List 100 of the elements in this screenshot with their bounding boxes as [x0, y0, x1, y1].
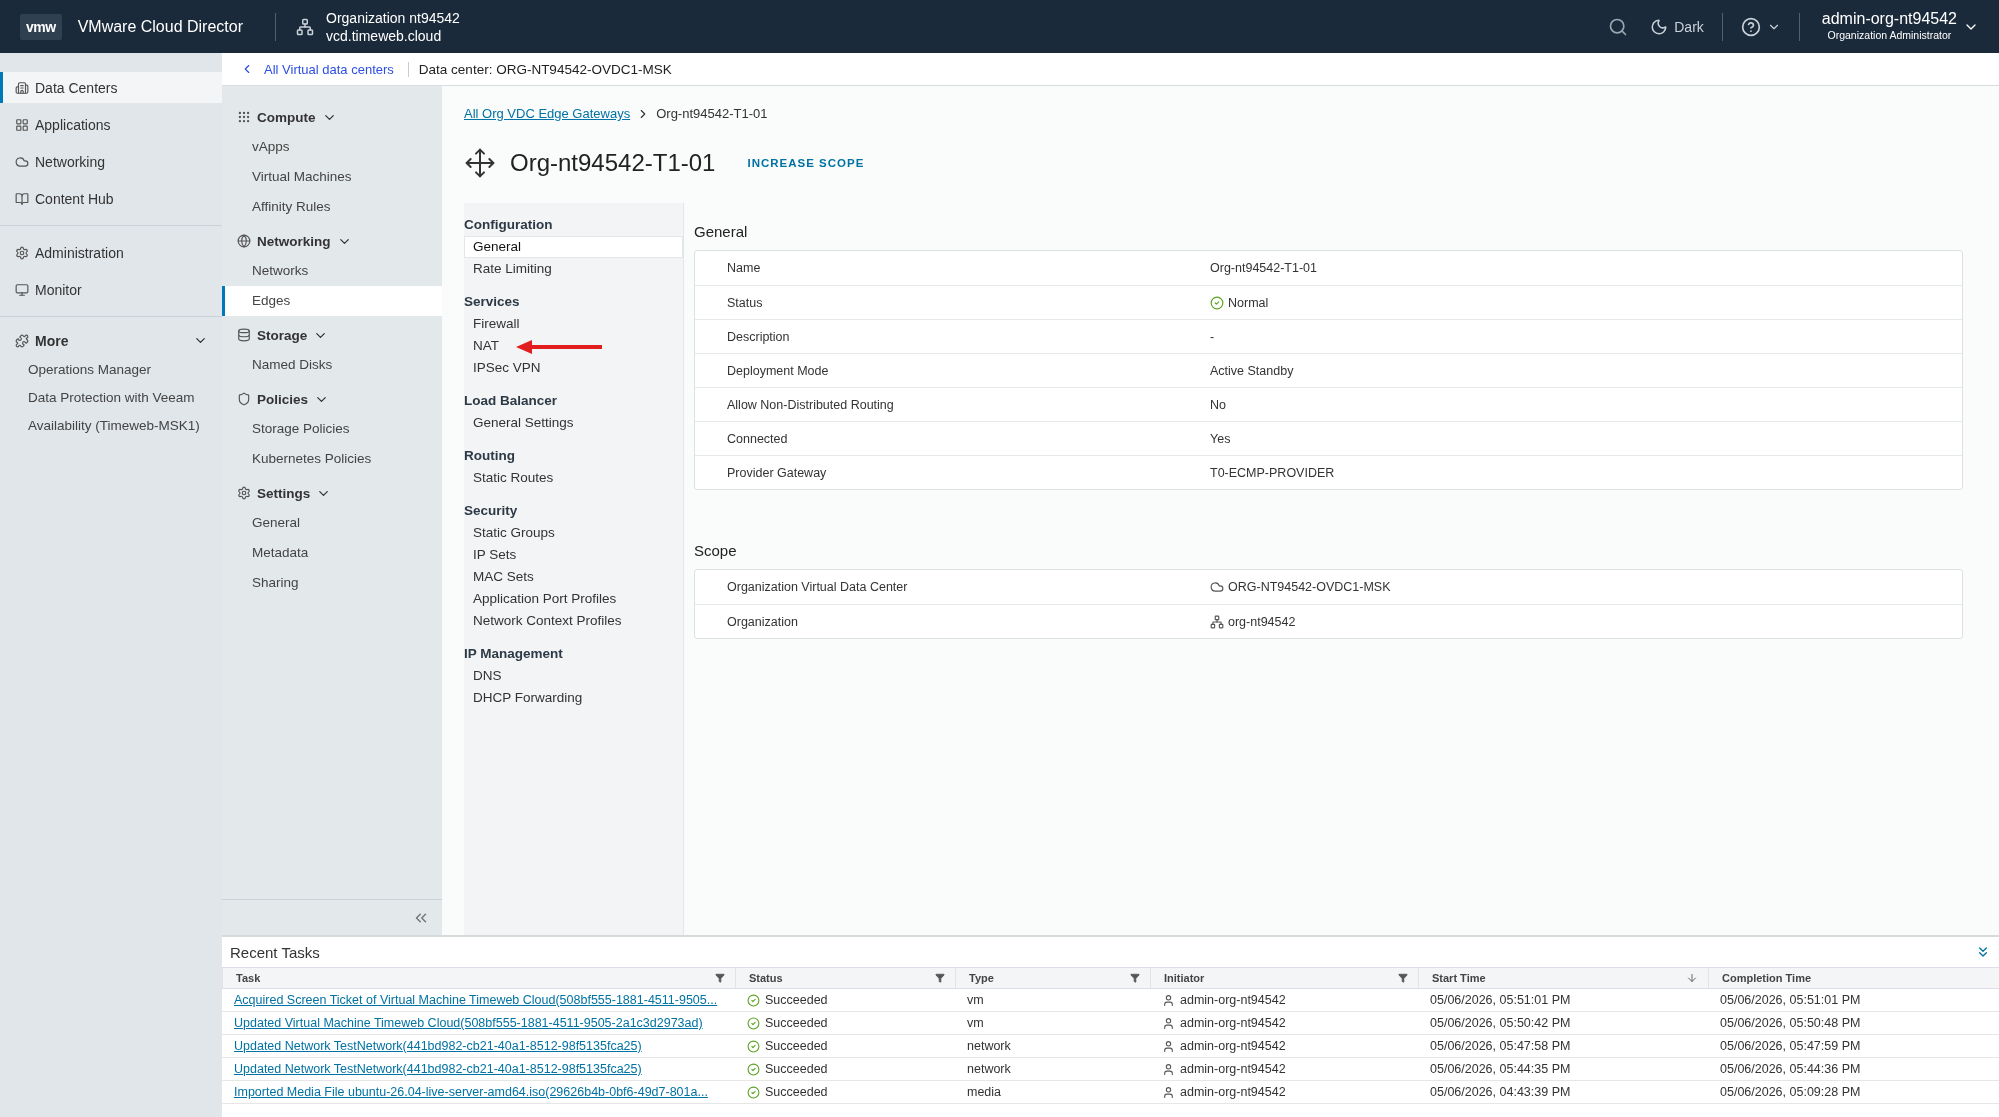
more-section-header[interactable]: More — [0, 325, 222, 356]
nav-section-title: IP Management — [464, 646, 564, 663]
nav-item[interactable]: Storage Policies — [222, 414, 442, 444]
field-value: org-nt94542 — [1228, 614, 1296, 629]
table-cell: 05/06/2026, 05:09:28 PM — [1720, 1085, 1861, 1099]
filter-icon[interactable] — [1398, 973, 1408, 983]
nav-item[interactable]: Firewall — [464, 313, 683, 335]
nav-item[interactable]: DHCP Forwarding — [464, 687, 683, 709]
breadcrumb-link[interactable]: All Org VDC Edge Gateways — [464, 106, 631, 121]
nav-item[interactable]: IPSec VPN — [464, 357, 683, 379]
nav-section-header[interactable]: Networking — [222, 226, 360, 256]
nav-icon — [15, 282, 29, 297]
filter-icon[interactable] — [935, 973, 945, 983]
section-icon — [237, 328, 251, 342]
column-header[interactable]: Task — [222, 967, 735, 989]
sidebar-item[interactable]: Applications — [0, 109, 222, 140]
table-cell: 05/06/2026, 05:47:58 PM — [1430, 1039, 1571, 1053]
task-link[interactable]: Imported Media File ubuntu-26.04-live-server-amd64.iso(29626b4b-0bf6-49d7-801a... — [234, 1085, 708, 1099]
nav-item[interactable]: General Settings — [464, 412, 683, 434]
nav-item[interactable]: NAT — [464, 335, 683, 357]
column-header[interactable]: Initiator — [1150, 967, 1418, 989]
nav-item[interactable]: Network Context Profiles — [464, 610, 683, 632]
sidebar-subitem[interactable]: Operations Manager — [0, 356, 222, 384]
table-cell: 05/06/2026, 05:51:01 PM — [1430, 993, 1571, 1007]
task-link[interactable]: Updated Network TestNetwork(441bd982-cb21-40a1-8512-98f5135fca25) — [234, 1062, 642, 1076]
check-circle-icon — [747, 1039, 760, 1053]
filter-icon[interactable] — [715, 973, 725, 983]
org-icon — [296, 17, 314, 36]
user-icon — [1162, 1039, 1175, 1053]
column-header[interactable]: Start Time — [1418, 967, 1708, 989]
nav-item[interactable]: Edges — [222, 286, 442, 316]
data-center-label: Data center: ORG-NT94542-OVDC1-MSK — [418, 61, 672, 77]
sidebar-subitem[interactable]: Availability (Timeweb-MSK1) — [0, 412, 222, 440]
user-menu[interactable]: admin-org-nt94542 Organization Administrator — [1809, 10, 1983, 43]
table-cell: admin-org-nt94542 — [1180, 1062, 1286, 1076]
task-link[interactable]: Updated Network TestNetwork(441bd982-cb21-40a1-8512-98f5135fca25) — [234, 1039, 642, 1053]
column-header[interactable]: Type — [955, 967, 1150, 989]
org-icon — [1210, 614, 1224, 629]
field-label: Connected — [726, 431, 789, 446]
nav-item[interactable]: Metadata — [222, 538, 442, 568]
sidebar-item[interactable]: Monitor — [0, 274, 222, 305]
column-header[interactable]: Status — [735, 967, 955, 989]
field-value: - — [1210, 329, 1215, 344]
field-value: Normal — [1228, 295, 1269, 310]
page-title: Org-nt94542-T1-01 — [510, 149, 716, 177]
table-cell: Succeeded — [765, 1085, 828, 1099]
panel-title: Recent Tasks — [230, 943, 320, 961]
nav-section-header[interactable]: Settings — [222, 478, 340, 508]
nav-item[interactable]: Affinity Rules — [222, 192, 442, 222]
nav-section-title: Load Balancer — [464, 393, 559, 410]
back-link[interactable]: All Virtual data centers — [240, 61, 409, 77]
table-cell: 05/06/2026, 05:51:01 PM — [1720, 993, 1861, 1007]
table-cell: Succeeded — [765, 1062, 828, 1076]
field-label: Name — [726, 261, 762, 275]
nav-item[interactable]: General — [464, 236, 683, 258]
nav-item[interactable]: Virtual Machines — [222, 162, 442, 192]
nav-item[interactable]: Networks — [222, 256, 442, 286]
sidebar-item[interactable]: Administration — [0, 237, 222, 268]
nav-item[interactable]: MAC Sets — [464, 566, 683, 588]
help-icon — [1740, 16, 1761, 37]
nav-item[interactable]: DNS — [464, 665, 683, 687]
task-link[interactable]: Acquired Screen Ticket of Virtual Machine Timeweb Cloud(508bf555-1881-4511-9505... — [234, 993, 718, 1007]
nav-item[interactable]: IP Sets — [464, 544, 683, 566]
nav-item[interactable]: vApps — [222, 132, 442, 162]
nav-section-header[interactable]: Compute — [222, 102, 345, 132]
nav-item[interactable]: Sharing — [222, 568, 442, 598]
user-icon — [1162, 1016, 1175, 1030]
nav-item[interactable]: Rate Limiting — [464, 258, 683, 280]
nav-item[interactable]: Static Groups — [464, 522, 683, 544]
nav-item[interactable]: Kubernetes Policies — [222, 444, 442, 474]
nav-section-header[interactable]: Storage — [222, 320, 337, 350]
task-link[interactable]: Updated Virtual Machine Timeweb Cloud(508bf555-1881-4511-9505-2a1c3d2973ad) — [234, 1016, 703, 1030]
table-cell: media — [967, 1085, 1002, 1099]
search-button[interactable] — [1608, 16, 1629, 37]
breadcrumb-current: Org-nt94542-T1-01 — [656, 106, 768, 121]
sidebar-item[interactable]: Networking — [0, 146, 222, 177]
table-cell: admin-org-nt94542 — [1180, 1016, 1286, 1030]
nav-item[interactable]: General — [222, 508, 442, 538]
increase-scope-button[interactable]: INCREASE SCOPE — [741, 156, 871, 170]
field-value: ORG-NT94542-OVDC1-MSK — [1228, 580, 1391, 594]
nav-item[interactable]: Application Port Profiles — [464, 588, 683, 610]
filter-icon[interactable] — [1130, 973, 1140, 983]
sort-icon[interactable] — [1686, 972, 1698, 984]
field-label: Allow Non-Distributed Routing — [726, 397, 895, 412]
sidebar-item[interactable]: Content Hub — [0, 183, 222, 214]
sidebar-subitem[interactable]: Data Protection with Veeam — [0, 384, 222, 412]
nav-item[interactable]: Named Disks — [222, 350, 442, 380]
field-label: Provider Gateway — [726, 465, 828, 480]
nav-icon — [15, 117, 29, 132]
theme-toggle[interactable]: Dark — [1642, 17, 1712, 36]
nav-item[interactable]: Static Routes — [464, 467, 683, 489]
user-icon — [1162, 1062, 1175, 1076]
column-header[interactable]: Completion Time — [1708, 967, 1999, 989]
table-cell: 05/06/2026, 05:47:59 PM — [1720, 1039, 1861, 1053]
sidebar-item[interactable]: Data Centers — [0, 72, 222, 103]
check-circle-icon — [747, 993, 760, 1007]
nav-section-header[interactable]: Policies — [222, 384, 338, 414]
check-circle-icon — [747, 1085, 760, 1099]
table-cell: network — [967, 1062, 1011, 1076]
nav-icon — [15, 245, 29, 260]
